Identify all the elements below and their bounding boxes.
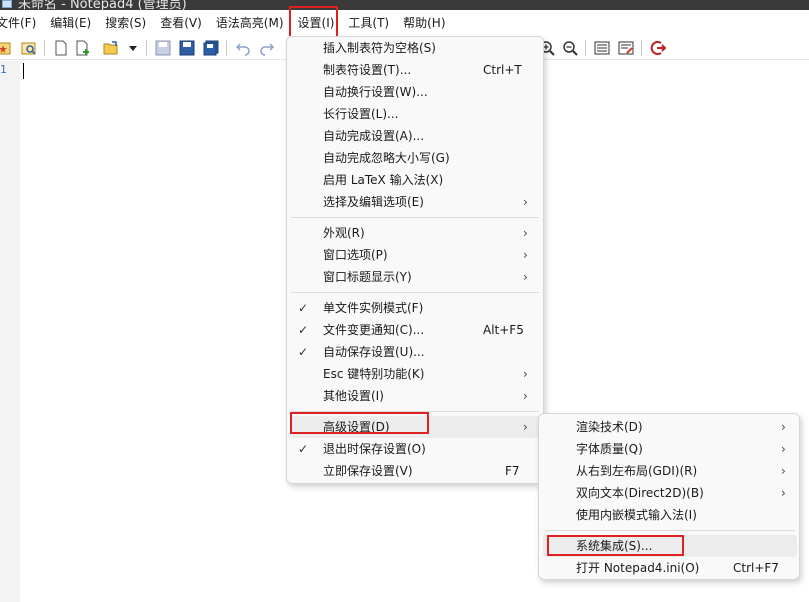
menu-item-save-settings-now[interactable]: 立即保存设置(V) F7 bbox=[291, 460, 541, 482]
new-window-icon[interactable] bbox=[74, 39, 92, 57]
menu-item-esc-key-function[interactable]: Esc 键特别功能(K) › bbox=[291, 363, 541, 385]
window-title: 未命名 - Notepad4 (管理员) bbox=[18, 0, 187, 10]
menu-item-appearance[interactable]: 外观(R) › bbox=[291, 222, 541, 244]
menu-item-open-ini[interactable]: 打开 Notepad4.ini(O) Ctrl+F7 bbox=[543, 557, 797, 579]
menu-item-inline-ime[interactable]: 使用内嵌模式输入法(I) bbox=[543, 504, 797, 526]
checkmark-icon: ✓ bbox=[298, 442, 309, 456]
checkmark-icon: ✓ bbox=[298, 345, 309, 359]
app-icon bbox=[2, 0, 12, 8]
chevron-right-icon: › bbox=[523, 367, 528, 381]
undo-icon[interactable] bbox=[234, 39, 252, 57]
highlight-box-advanced bbox=[290, 412, 429, 434]
menu-item-autocomplete-ignore-case[interactable]: 自动完成忽略大小写(G) bbox=[291, 147, 541, 169]
menu-view[interactable]: 查看(V) bbox=[160, 10, 208, 36]
menu-tools[interactable]: 工具(T) bbox=[348, 10, 395, 36]
menu-item-save-settings-on-exit[interactable]: ✓ 退出时保存设置(O) bbox=[291, 438, 541, 460]
checkmark-icon: ✓ bbox=[298, 301, 309, 315]
chevron-right-icon: › bbox=[781, 486, 786, 500]
menu-item-other-settings[interactable]: 其他设置(I) › bbox=[291, 385, 541, 407]
line-number-gutter: 1 bbox=[0, 61, 20, 602]
save-icon[interactable] bbox=[154, 39, 172, 57]
chevron-right-icon: › bbox=[523, 226, 528, 240]
highlight-box-system-integration bbox=[547, 535, 684, 556]
line-number: 1 bbox=[0, 63, 7, 76]
save-as-icon[interactable] bbox=[178, 39, 196, 57]
chevron-right-icon: › bbox=[523, 420, 528, 434]
menu-edit[interactable]: 编辑(E) bbox=[50, 10, 97, 36]
menu-separator bbox=[543, 530, 795, 531]
text-caret bbox=[23, 63, 24, 79]
redo-icon[interactable] bbox=[258, 39, 276, 57]
menu-item-font-quality[interactable]: 字体质量(Q) › bbox=[543, 438, 797, 460]
chevron-right-icon: › bbox=[523, 195, 528, 209]
checkmark-icon: ✓ bbox=[298, 323, 309, 337]
chevron-right-icon: › bbox=[781, 442, 786, 456]
menu-separator bbox=[291, 292, 539, 293]
save-copy-icon[interactable] bbox=[202, 39, 220, 57]
menu-item-latex-input[interactable]: 启用 LaTeX 输入法(X) bbox=[291, 169, 541, 191]
menu-help[interactable]: 帮助(H) bbox=[403, 10, 451, 36]
zoom-out-icon[interactable] bbox=[561, 39, 579, 57]
customize-scheme-icon[interactable] bbox=[617, 39, 635, 57]
chevron-right-icon: › bbox=[523, 270, 528, 284]
menu-item-autosave-settings[interactable]: ✓ 自动保存设置(U)... bbox=[291, 341, 541, 363]
menu-item-word-wrap-settings[interactable]: 自动换行设置(W)... bbox=[291, 81, 541, 103]
menu-settings[interactable]: 设置(I) bbox=[288, 6, 341, 40]
favorites-icon[interactable] bbox=[0, 39, 12, 57]
chevron-right-icon: › bbox=[523, 248, 528, 262]
chevron-right-icon: › bbox=[781, 420, 786, 434]
menu-item-rtl-layout[interactable]: 从右到左布局(GDI)(R) › bbox=[543, 460, 797, 482]
chevron-right-icon: › bbox=[781, 464, 786, 478]
menu-item-insert-tab-as-spaces[interactable]: 插入制表符为空格(S) bbox=[291, 37, 541, 59]
exit-icon[interactable] bbox=[649, 39, 667, 57]
browse-icon[interactable] bbox=[20, 39, 38, 57]
menu-item-autocomplete-settings[interactable]: 自动完成设置(A)... bbox=[291, 125, 541, 147]
title-bar: 未命名 - Notepad4 (管理员) bbox=[0, 0, 809, 10]
menu-item-file-change-notify[interactable]: ✓ 文件变更通知(C)... Alt+F5 bbox=[291, 319, 541, 341]
menu-item-selection-edit-options[interactable]: 选择及编辑选项(E) › bbox=[291, 191, 541, 213]
open-dropdown-icon[interactable] bbox=[124, 39, 142, 57]
menu-file[interactable]: 文件(F) bbox=[0, 10, 42, 36]
open-folder-icon[interactable] bbox=[102, 39, 120, 57]
new-file-icon[interactable] bbox=[52, 39, 70, 57]
scheme-icon[interactable] bbox=[593, 39, 611, 57]
menu-item-long-line-settings[interactable]: 长行设置(L)... bbox=[291, 103, 541, 125]
menu-item-bidirectional-text[interactable]: 双向文本(Direct2D)(B) › bbox=[543, 482, 797, 504]
menu-item-rendering-technology[interactable]: 渲染技术(D) › bbox=[543, 416, 797, 438]
menu-item-window-options[interactable]: 窗口选项(P) › bbox=[291, 244, 541, 266]
menu-separator bbox=[291, 217, 539, 218]
menu-item-window-title-display[interactable]: 窗口标题显示(Y) › bbox=[291, 266, 541, 288]
menu-item-tab-settings[interactable]: 制表符设置(T)... Ctrl+T bbox=[291, 59, 541, 81]
menu-search[interactable]: 搜索(S) bbox=[105, 10, 152, 36]
menu-syntax[interactable]: 语法高亮(M) bbox=[216, 10, 290, 36]
menu-bar: 文件(F) 编辑(E) 搜索(S) 查看(V) 语法高亮(M) 设置(I) 工具… bbox=[0, 6, 809, 40]
chevron-right-icon: › bbox=[523, 389, 528, 403]
menu-item-single-file-instance[interactable]: ✓ 单文件实例模式(F) bbox=[291, 297, 541, 319]
